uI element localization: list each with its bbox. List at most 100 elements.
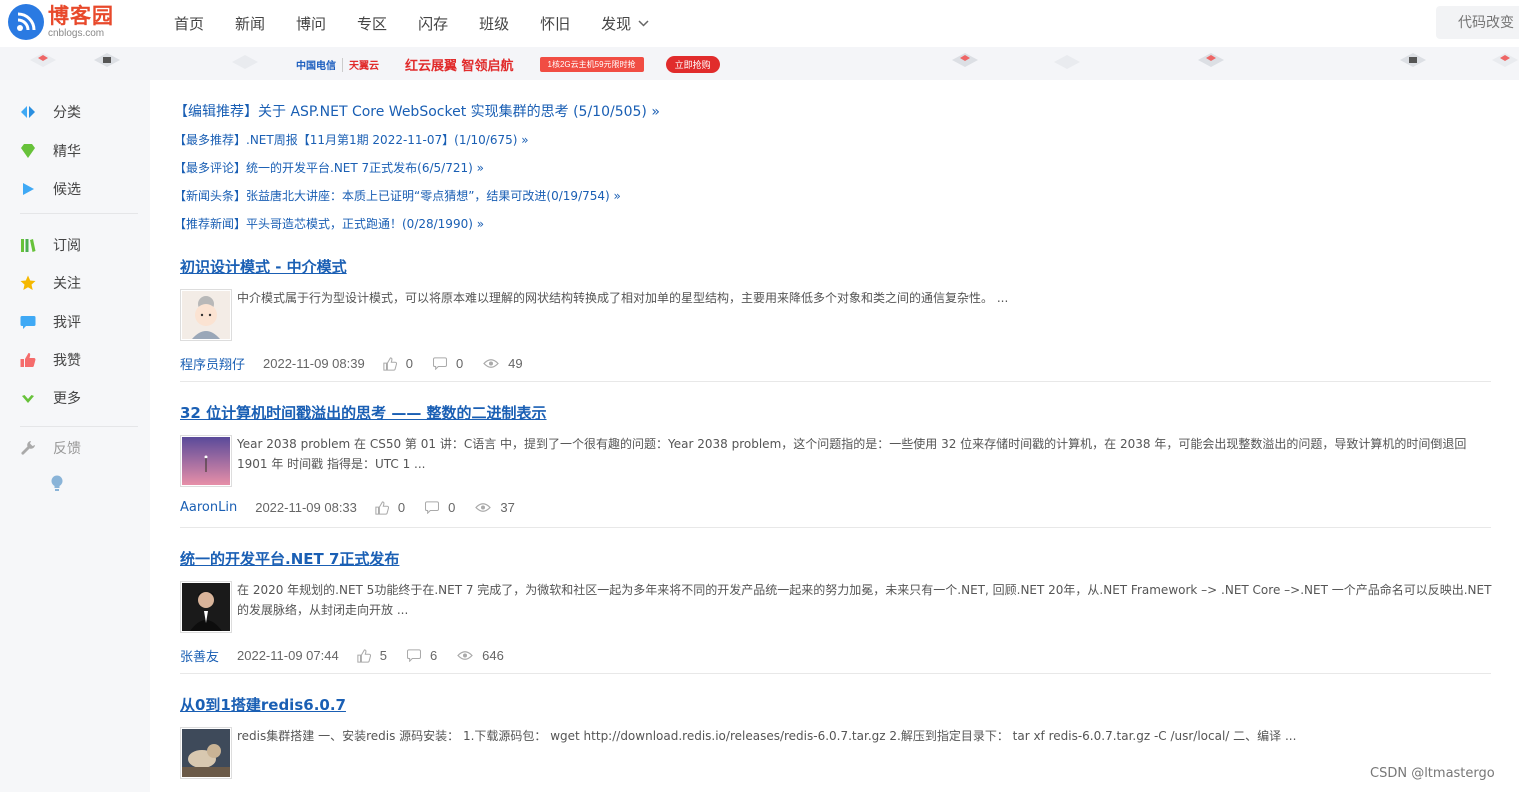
- banner-buy-button[interactable]: 立即抢购: [665, 56, 720, 73]
- banner-brand-cloud: 天翼云: [349, 61, 379, 72]
- post-comments-count: 0: [448, 500, 456, 515]
- post-likes[interactable]: 0: [375, 500, 405, 515]
- sidebar-item-candidate[interactable]: 候选: [20, 179, 81, 199]
- sidebar-item-label: 候选: [53, 182, 81, 198]
- post-title[interactable]: 从0到1搭建redis6.0.7: [180, 694, 346, 715]
- sidebar-item-label: 反馈: [53, 441, 81, 457]
- chevron-down-icon: [638, 20, 649, 27]
- pick-most-recommended[interactable]: 【最多推荐】.NET周报【11月第1期 2022-11-07】(1/10/675…: [174, 131, 529, 148]
- ad-banner[interactable]: 中国电信 天翼云 红云展翼 智领启航 1核2G云主机59元限时抢 立即抢购: [0, 47, 1519, 80]
- post-views-count: 646: [482, 648, 504, 663]
- post-title[interactable]: 32 位计算机时间戳溢出的思考 —— 整数的二进制表示: [180, 402, 547, 423]
- check-icon: [20, 390, 36, 406]
- banner-brand-telecom: 中国电信: [296, 61, 336, 72]
- post-comments-count: 6: [429, 648, 438, 663]
- pick-recommended-news[interactable]: 【推荐新闻】平头哥造芯模式，正式跑通！(0/28/1990) »: [174, 215, 484, 232]
- post-date: 2022-11-09 08:39: [263, 356, 365, 371]
- post-likes[interactable]: 0: [383, 356, 413, 371]
- post-title[interactable]: 初识设计模式 - 中介模式: [180, 256, 347, 277]
- sidebar-divider: [20, 426, 138, 427]
- sidebar-item-essence[interactable]: 精华: [20, 141, 81, 161]
- pick-headline-news[interactable]: 【新闻头条】张益唐北大讲座：本质上已证明“零点猜想”，结果可改进(0/19/75…: [174, 187, 621, 204]
- sidebar-item-follow[interactable]: 关注: [20, 273, 81, 293]
- logo-subtitle: cnblogs.com: [48, 27, 105, 39]
- post-comments[interactable]: 6: [406, 648, 438, 663]
- search-input[interactable]: [1436, 6, 1519, 39]
- gem-icon: [20, 143, 36, 159]
- nav-discover-label: 发现: [601, 15, 632, 33]
- post-meta: AaronLin 2022-11-09 08:33 0 0 37: [180, 500, 535, 515]
- sidebar-item-label: 精华: [53, 144, 81, 160]
- nav-nostalgia[interactable]: 怀旧: [540, 13, 570, 34]
- post-likes[interactable]: 5: [357, 648, 387, 663]
- author-avatar[interactable]: [180, 727, 232, 779]
- post-views-count: 37: [500, 500, 515, 515]
- post-meta: 张善友 2022-11-09 07:44 5 6 646: [180, 646, 524, 665]
- sidebar-item-my-likes[interactable]: 我赞: [20, 350, 81, 370]
- author-avatar[interactable]: [180, 435, 232, 487]
- nav-discover[interactable]: 发现: [601, 13, 649, 34]
- pick-most-commented[interactable]: 【最多评论】统一的开发平台.NET 7正式发布(6/5/721) »: [174, 159, 484, 176]
- comment-icon: [432, 357, 447, 370]
- rss-icon: [8, 4, 44, 40]
- thumbs-up-icon: [375, 500, 389, 515]
- post-summary: 在 2020 年规划的.NET 5功能终于在.NET 7 完成了，为微软和社区一…: [237, 583, 1492, 617]
- cube-decoration-icon: [1400, 53, 1426, 67]
- eye-icon: [475, 503, 492, 512]
- play-icon: [20, 181, 36, 197]
- banner-content: 中国电信 天翼云 红云展翼 智领启航 1核2G云主机59元限时抢 立即抢购: [296, 55, 720, 74]
- thumbs-up-icon: [20, 352, 36, 368]
- nav-zone[interactable]: 专区: [357, 13, 387, 34]
- sidebar-item-subscribe[interactable]: 订阅: [20, 235, 81, 255]
- banner-promo: 1核2G云主机59元限时抢: [539, 57, 644, 72]
- cube-decoration-icon: [1492, 53, 1518, 67]
- nav-class[interactable]: 班级: [479, 13, 509, 34]
- sidebar-item-label: 我评: [53, 315, 81, 331]
- nav-questions[interactable]: 博问: [296, 13, 326, 34]
- logo-title: 博客园: [48, 3, 114, 28]
- books-icon: [20, 237, 36, 253]
- wrench-icon: [20, 440, 36, 456]
- post-summary: Year 2038 problem 在 CS50 第 01 讲：C语言 中，提到…: [237, 437, 1467, 471]
- nav-home[interactable]: 首页: [174, 13, 204, 34]
- nav-flash[interactable]: 闪存: [418, 13, 448, 34]
- sidebar-item-label: 订阅: [53, 238, 81, 254]
- star-icon: [20, 275, 36, 291]
- post-divider: [180, 381, 1491, 382]
- watermark: CSDN @ltmastergo: [1370, 766, 1495, 781]
- top-bar: 博客园 cnblogs.com 首页 新闻 博问 专区 闪存 班级 怀旧 发现: [0, 0, 1519, 46]
- banner-slogan: 红云展翼 智领启航: [405, 59, 514, 74]
- pick-editor[interactable]: 【编辑推荐】关于 ASP.NET Core WebSocket 实现集群的思考 …: [174, 101, 660, 121]
- cube-decoration-icon: [232, 55, 258, 69]
- comment-icon: [425, 501, 440, 514]
- post-comments[interactable]: 0: [432, 356, 464, 371]
- post-meta: 程序员翔仔 2022-11-09 08:39 0 0 49: [180, 354, 543, 373]
- author-avatar[interactable]: [180, 581, 232, 633]
- cube-decoration-icon: [94, 53, 120, 67]
- post-comments-count: 0: [455, 356, 464, 371]
- post-author[interactable]: 张善友: [180, 646, 219, 665]
- post-likes-count: 5: [379, 648, 387, 663]
- sidebar-item-more[interactable]: 更多: [20, 388, 81, 408]
- post-comments[interactable]: 0: [425, 500, 455, 515]
- site-logo[interactable]: 博客园 cnblogs.com: [8, 4, 114, 40]
- nav-news[interactable]: 新闻: [235, 13, 265, 34]
- post-author[interactable]: 程序员翔仔: [180, 354, 245, 373]
- sidebar-item-label: 关注: [53, 276, 81, 292]
- lightbulb-icon[interactable]: [50, 475, 64, 498]
- post-divider: [180, 527, 1491, 528]
- sidebar-item-label: 更多: [53, 391, 81, 407]
- post-author[interactable]: AaronLin: [180, 500, 237, 515]
- cube-decoration-icon: [1198, 53, 1224, 67]
- post-title[interactable]: 统一的开发平台.NET 7正式发布: [180, 548, 399, 569]
- sidebar-item-feedback[interactable]: 反馈: [20, 438, 81, 458]
- comment-icon: [20, 314, 36, 330]
- post-date: 2022-11-09 07:44: [237, 648, 339, 663]
- cube-decoration-icon: [1054, 55, 1080, 69]
- eye-icon: [457, 651, 473, 660]
- thumbs-up-icon: [357, 648, 371, 663]
- author-avatar[interactable]: [180, 289, 232, 341]
- sidebar-item-my-comments[interactable]: 我评: [20, 312, 81, 332]
- left-sidebar: 分类 精华 候选 订阅 关注 我评 我赞 更多 反馈: [0, 80, 150, 792]
- sidebar-item-category[interactable]: 分类: [20, 102, 81, 122]
